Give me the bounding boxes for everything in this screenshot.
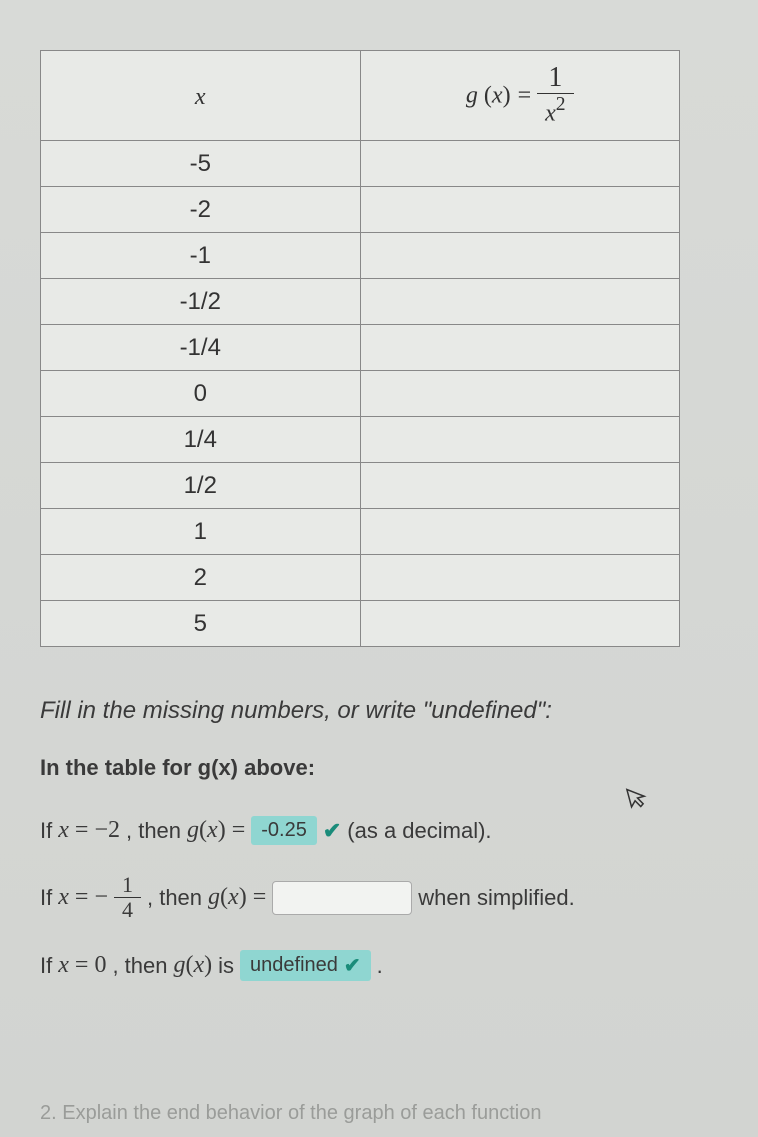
table-body: -5 -2 -1 -1/2 -1/4 0 1/4 1/2 1 2 5 [41,141,680,647]
table-row: -1/2 [41,279,680,325]
table-row: -5 [41,141,680,187]
table-row: 5 [41,601,680,647]
table-row: 1 [41,509,680,555]
table-row: 0 [41,371,680,417]
cursor-icon [624,783,651,817]
question-1: If x = −2 , then g(x) = -0.25 ✔ (as a de… [40,816,718,845]
next-question-cutoff: 2. Explain the end behavior of the graph… [40,1102,718,1125]
check-icon: ✔ [344,953,361,978]
header-x: x [41,51,361,141]
function-table: x g (x) = 1 x2 -5 -2 -1 -1/2 -1/4 0 1/4 … [40,50,680,647]
sub-heading: In the table for g(x) above: [40,755,718,781]
answer-input-3[interactable]: undefined✔ [240,950,371,981]
table-row: 1/2 [41,463,680,509]
table-row: -1/4 [41,325,680,371]
answer-input-1[interactable]: -0.25 [251,816,317,845]
answer-input-2[interactable] [272,881,412,915]
table-row: -1 [41,233,680,279]
check-icon: ✔ [323,818,341,844]
question-2: If x = − 1 4 , then g(x) = when simplifi… [40,873,718,922]
question-3: If x = 0 , then g(x) is undefined✔ . [40,950,718,981]
instruction-text: Fill in the missing numbers, or write "u… [40,697,718,725]
table-row: -2 [41,187,680,233]
table-row: 1/4 [41,417,680,463]
header-gx: g (x) = 1 x2 [360,51,680,141]
table-row: 2 [41,555,680,601]
